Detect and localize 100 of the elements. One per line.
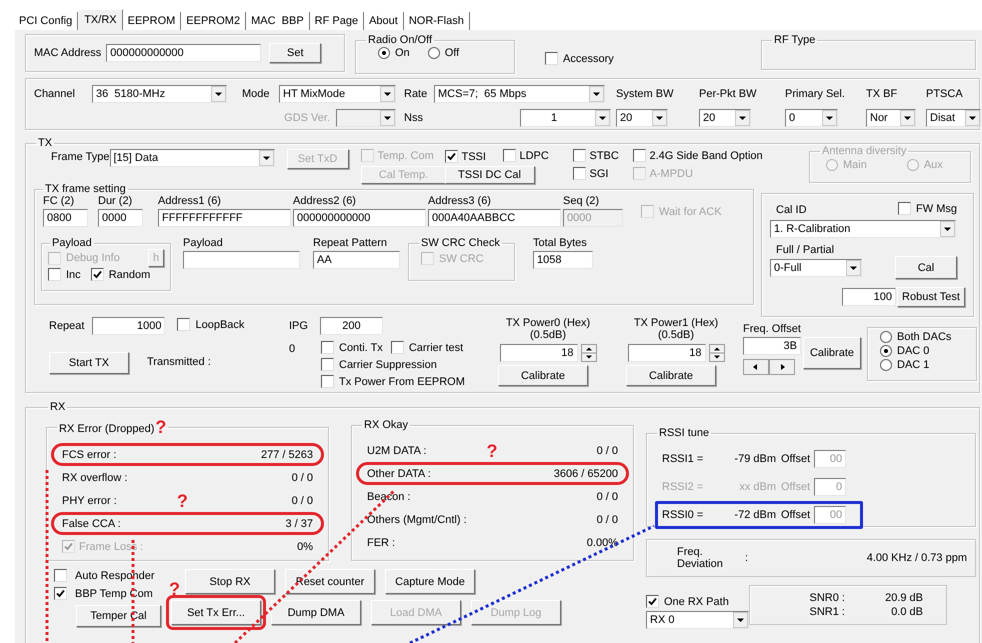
- radio-button[interactable]: [880, 345, 892, 357]
- group-title: RSSI tune: [659, 427, 710, 439]
- checkbox[interactable]: [321, 341, 334, 354]
- checkbox[interactable]: [390, 341, 404, 354]
- snr-label: SNR0 :: [808, 592, 845, 604]
- radio-button[interactable]: [428, 47, 440, 59]
- text-field[interactable]: 000000000000: [106, 44, 262, 62]
- text-field[interactable]: 18: [628, 344, 706, 362]
- button[interactable]: Set Tx Err...: [171, 600, 261, 625]
- button[interactable]: Start TX: [49, 352, 129, 374]
- text-field[interactable]: 0000: [98, 209, 143, 227]
- checkbox[interactable]: [54, 587, 67, 600]
- checkbox[interactable]: [502, 149, 516, 162]
- dropdown[interactable]: [15] Data: [110, 149, 274, 167]
- dropdown[interactable]: 0: [785, 109, 838, 127]
- spin-button-icon[interactable]: [708, 344, 724, 362]
- caret-icon[interactable]: [258, 150, 274, 166]
- checkbox[interactable]: [90, 268, 104, 281]
- checkbox-label: SW CRC: [439, 252, 484, 264]
- text-field[interactable]: 100: [842, 288, 896, 306]
- button[interactable]: Calibrate: [498, 365, 588, 386]
- power-title: TX Power0 (Hex): [506, 317, 590, 329]
- caret-icon[interactable]: [380, 86, 395, 102]
- radio-button[interactable]: [880, 331, 892, 343]
- checkbox[interactable]: [646, 595, 659, 608]
- text-field[interactable]: 000000000000: [293, 209, 426, 227]
- button[interactable]: TSSI DC Cal: [444, 166, 534, 184]
- text-field[interactable]: 0800: [43, 209, 88, 227]
- question-mark: ?: [155, 419, 166, 435]
- checkbox[interactable]: [177, 318, 190, 331]
- checkbox-label: Carrier Suppression: [339, 358, 437, 370]
- field-label: Cal ID: [776, 204, 807, 216]
- spin-button-icon[interactable]: [580, 344, 596, 362]
- dropdown[interactable]: Nor: [866, 109, 916, 127]
- text-field[interactable]: FFFFFFFFFFFF: [158, 209, 291, 227]
- button[interactable]: Set: [269, 43, 322, 63]
- field-label: MAC Address: [34, 47, 102, 59]
- field-label: Dur (2): [98, 195, 132, 207]
- dropdown[interactable]: Disat: [926, 109, 981, 127]
- text-field[interactable]: 200: [320, 317, 383, 335]
- text-field[interactable]: 3B: [743, 337, 801, 355]
- checkbox[interactable]: [54, 569, 67, 582]
- checkbox[interactable]: [572, 167, 586, 180]
- tab[interactable]: TX/RX: [78, 9, 123, 30]
- text-field[interactable]: 000A40AABBCC: [428, 209, 561, 227]
- button[interactable]: Robust Test: [897, 287, 965, 307]
- button[interactable]: Calibrate: [626, 365, 716, 386]
- caret-icon[interactable]: [733, 612, 748, 628]
- button[interactable]: Stop RX: [185, 569, 275, 594]
- checkbox[interactable]: [321, 375, 334, 388]
- stat-label: False CCA :: [62, 518, 121, 530]
- dropdown[interactable]: 1: [520, 109, 611, 127]
- dropdown[interactable]: HT MixMode: [279, 85, 396, 103]
- field-label: Payload: [183, 237, 223, 249]
- caret-icon[interactable]: [846, 260, 861, 276]
- dropdown[interactable]: 1. R-Calibration: [770, 220, 956, 238]
- dropdown[interactable]: 20: [616, 109, 668, 127]
- caret-icon[interactable]: [652, 110, 667, 126]
- checkbox[interactable]: [632, 149, 646, 162]
- dropdown[interactable]: 36 5180-MHz: [92, 85, 227, 103]
- caret-icon[interactable]: [965, 110, 980, 126]
- radio-button[interactable]: [880, 359, 892, 371]
- caret-icon[interactable]: [940, 221, 955, 237]
- dropdown[interactable]: RX 0: [646, 611, 749, 629]
- caret-icon[interactable]: [595, 110, 610, 126]
- checkbox[interactable]: [444, 150, 458, 163]
- caret-icon[interactable]: [735, 110, 750, 126]
- group-title: Payload: [52, 237, 92, 249]
- button[interactable]: Dump DMA: [271, 600, 361, 625]
- text-field[interactable]: 1058: [533, 251, 593, 269]
- question-mark: ?: [169, 579, 180, 599]
- dropdown[interactable]: 20: [699, 109, 751, 127]
- stat-value: 0 / 0: [596, 514, 618, 526]
- field-label: Nss: [404, 112, 424, 124]
- text-field[interactable]: 1000: [92, 317, 166, 335]
- caret-icon[interactable]: [822, 110, 837, 126]
- checkbox-label: TSSI: [462, 150, 486, 162]
- button[interactable]: Calibrate: [803, 337, 861, 369]
- checkbox[interactable]: [572, 149, 586, 162]
- checkbox[interactable]: [48, 268, 61, 281]
- button[interactable]: Cal: [895, 256, 957, 279]
- checkbox[interactable]: [898, 202, 912, 215]
- radio-button[interactable]: [378, 47, 390, 59]
- dropdown[interactable]: 0-Full: [770, 258, 862, 276]
- caret-icon[interactable]: [211, 86, 226, 102]
- caret-icon[interactable]: [589, 86, 604, 102]
- text-field[interactable]: [183, 251, 300, 269]
- checkbox[interactable]: [321, 358, 334, 371]
- group-title: RX Okay: [364, 419, 408, 431]
- stat-value: 0.00%: [586, 536, 618, 548]
- arrow-buttons-icon[interactable]: [743, 359, 795, 375]
- group-title: TX frame setting: [45, 183, 126, 195]
- text-field[interactable]: AA: [313, 251, 400, 269]
- question-mark: ?: [176, 492, 188, 508]
- field-label: System BW: [616, 88, 674, 100]
- text-field[interactable]: 18: [500, 344, 578, 362]
- button[interactable]: Capture Mode: [385, 569, 475, 594]
- caret-icon[interactable]: [900, 110, 915, 126]
- checkbox[interactable]: [545, 52, 558, 65]
- dropdown[interactable]: MCS=7; 65 Mbps: [434, 85, 605, 103]
